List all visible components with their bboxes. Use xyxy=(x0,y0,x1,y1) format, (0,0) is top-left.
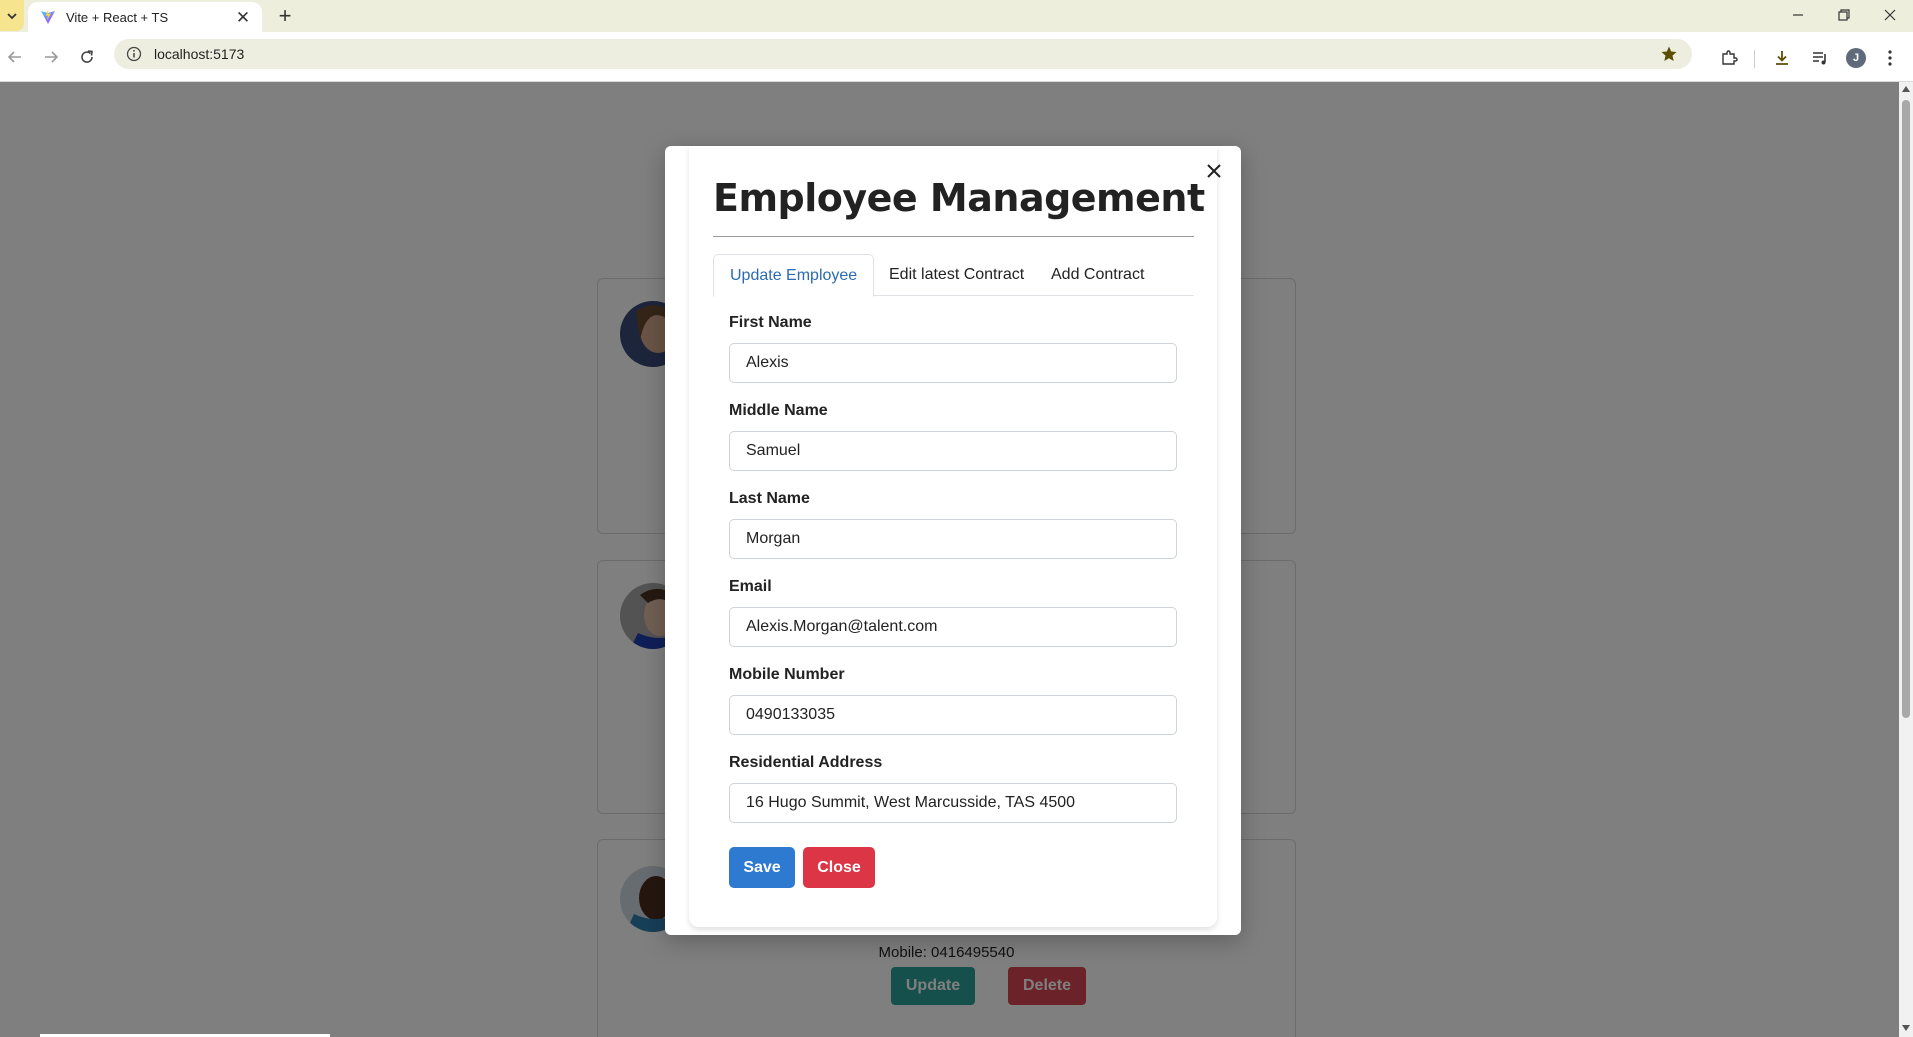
first-name-field[interactable] xyxy=(729,343,1177,383)
tab-edit-latest-contract[interactable]: Edit latest Contract xyxy=(873,254,1040,296)
email-field[interactable] xyxy=(729,607,1177,647)
residential-address-label: Residential Address xyxy=(729,754,883,771)
restore-icon[interactable] xyxy=(1822,0,1866,30)
close-tab-icon[interactable]: ✕ xyxy=(234,9,252,26)
middle-name-label: Middle Name xyxy=(729,402,828,419)
tab-update-employee[interactable]: Update Employee xyxy=(713,254,875,297)
reload-icon[interactable] xyxy=(76,46,98,68)
tab-add-contract[interactable]: Add Contract xyxy=(1035,254,1160,296)
last-name-label: Last Name xyxy=(729,490,810,507)
scroll-down-icon[interactable] xyxy=(1902,1025,1910,1031)
profile-avatar[interactable]: J xyxy=(1844,46,1868,70)
new-tab-button[interactable]: + xyxy=(272,3,298,29)
modal-title: Employee Management xyxy=(713,176,1205,220)
modal-tabs: Update Employee Edit latest Contract Add… xyxy=(713,254,1194,297)
scrollbar-thumb[interactable] xyxy=(1902,100,1910,718)
mobile-number-field[interactable] xyxy=(729,695,1177,735)
address-bar[interactable]: localhost:5173 xyxy=(114,39,1692,69)
profile-initial: J xyxy=(1846,48,1866,68)
scroll-up-icon[interactable] xyxy=(1902,86,1910,92)
star-icon[interactable] xyxy=(1660,45,1678,63)
url-text: localhost:5173 xyxy=(154,46,245,62)
puzzle-icon[interactable] xyxy=(1717,46,1741,70)
mobile-number-label: Mobile Number xyxy=(729,666,845,683)
browser-toolbar: localhost:5173 J xyxy=(0,32,1913,82)
kebab-menu-icon[interactable] xyxy=(1878,46,1902,70)
vite-logo-icon xyxy=(41,10,55,24)
toolbar-divider xyxy=(1754,50,1755,68)
save-button[interactable]: Save xyxy=(729,847,795,888)
minimize-icon[interactable] xyxy=(1776,0,1820,30)
chevron-down-icon xyxy=(7,12,17,19)
tab-title: Vite + React + TS xyxy=(66,9,169,25)
browser-tabstrip: Vite + React + TS ✕ + xyxy=(0,0,1913,32)
tab-search-button[interactable] xyxy=(0,0,24,31)
arrow-right-icon[interactable] xyxy=(40,46,62,68)
residential-address-field[interactable] xyxy=(729,783,1177,823)
title-divider xyxy=(713,236,1194,237)
download-icon[interactable] xyxy=(1770,46,1794,70)
arrow-left-icon[interactable] xyxy=(4,46,26,68)
close-button[interactable]: Close xyxy=(803,847,875,888)
info-icon[interactable] xyxy=(126,46,142,62)
page-scrollbar[interactable] xyxy=(1899,82,1913,1037)
email-label: Email xyxy=(729,578,772,595)
last-name-field[interactable] xyxy=(729,519,1177,559)
first-name-label: First Name xyxy=(729,314,812,331)
browser-tab[interactable]: Vite + React + TS ✕ xyxy=(28,2,262,32)
middle-name-field[interactable] xyxy=(729,431,1177,471)
employee-management-modal: Employee Management Update Employee Edit… xyxy=(665,146,1241,935)
close-window-icon[interactable] xyxy=(1868,0,1912,30)
media-queue-icon[interactable] xyxy=(1808,46,1832,70)
